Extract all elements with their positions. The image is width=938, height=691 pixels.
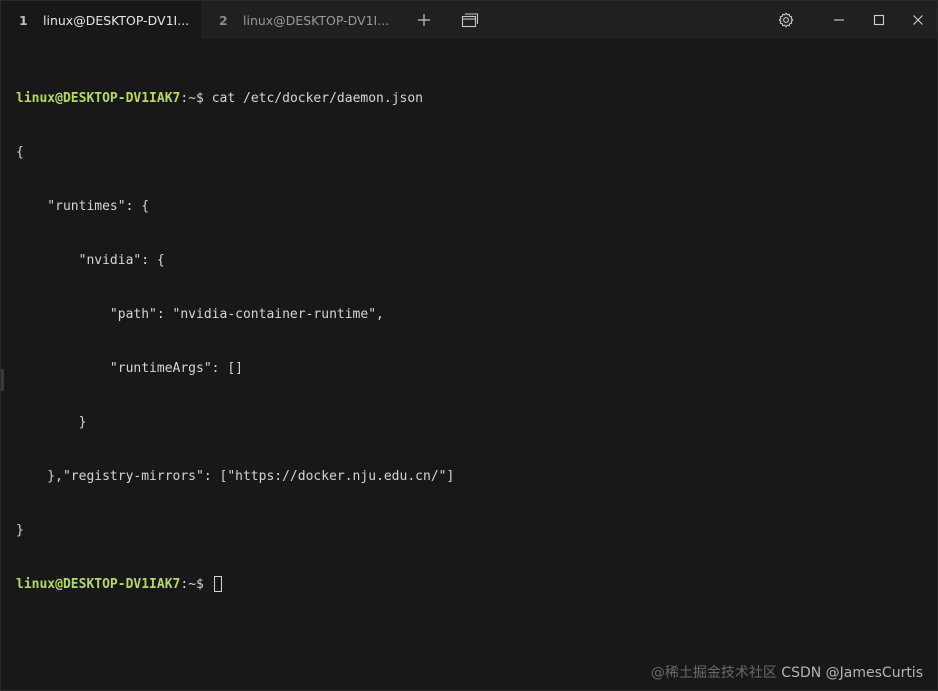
- settings-button[interactable]: [771, 1, 801, 39]
- prompt-user: linux@DESKTOP-DV1IAK7: [16, 577, 181, 592]
- window-stack-icon: [461, 13, 479, 28]
- watermark: @稀土掘金技术社区 CSDN @JamesCurtis: [651, 662, 923, 682]
- output-line: "path": "nvidia-container-runtime",: [16, 307, 384, 322]
- tab-number: 2: [219, 12, 228, 28]
- watermark-text: CSDN @JamesCurtis: [781, 665, 923, 681]
- tab-1[interactable]: 1 linux@DESKTOP-DV1I...: [1, 1, 201, 39]
- tab-dropdown-button[interactable]: [457, 1, 483, 39]
- output-line: "nvidia": {: [16, 253, 165, 268]
- resize-handle[interactable]: [1, 369, 4, 391]
- maximize-icon: [873, 14, 885, 26]
- maximize-button[interactable]: [861, 1, 897, 39]
- close-button[interactable]: [900, 1, 936, 39]
- output-line: },"registry-mirrors": ["https://docker.n…: [16, 469, 455, 484]
- tab-title: linux@DESKTOP-DV1I...: [243, 12, 390, 28]
- text-cursor: [213, 576, 222, 592]
- output-line: {: [16, 145, 24, 160]
- prompt-path: :~$: [180, 91, 212, 106]
- minimize-icon: [834, 19, 844, 21]
- watermark-faint: @稀土掘金技术社区: [650, 665, 777, 681]
- prompt-path: :~$: [180, 577, 212, 592]
- command-text: cat /etc/docker/daemon.json: [211, 91, 424, 106]
- output-line: "runtimeArgs": []: [16, 361, 243, 376]
- title-bar: 1 linux@DESKTOP-DV1I... 2 linux@DESKTOP-…: [1, 1, 937, 39]
- output-line: }: [16, 523, 24, 538]
- input-line[interactable]: linux@DESKTOP-DV1IAK7:~$: [16, 576, 927, 594]
- prompt-user: linux@DESKTOP-DV1IAK7: [16, 91, 181, 106]
- plus-icon: [418, 14, 430, 26]
- output-line: "runtimes": {: [16, 199, 150, 214]
- tab-2[interactable]: 2 linux@DESKTOP-DV1I...: [201, 1, 401, 39]
- tab-title: linux@DESKTOP-DV1I...: [43, 12, 190, 28]
- gear-icon: [778, 12, 794, 28]
- command-line: linux@DESKTOP-DV1IAK7:~$ cat /etc/docker…: [16, 90, 927, 108]
- new-tab-button[interactable]: [411, 1, 437, 39]
- minimize-button[interactable]: [821, 1, 857, 39]
- close-icon: [913, 15, 923, 25]
- terminal-output[interactable]: linux@DESKTOP-DV1IAK7:~$ cat /etc/docker…: [16, 54, 927, 630]
- output-line: }: [16, 415, 87, 430]
- terminal-window: 1 linux@DESKTOP-DV1I... 2 linux@DESKTOP-…: [0, 0, 938, 691]
- tab-number: 1: [19, 12, 28, 28]
